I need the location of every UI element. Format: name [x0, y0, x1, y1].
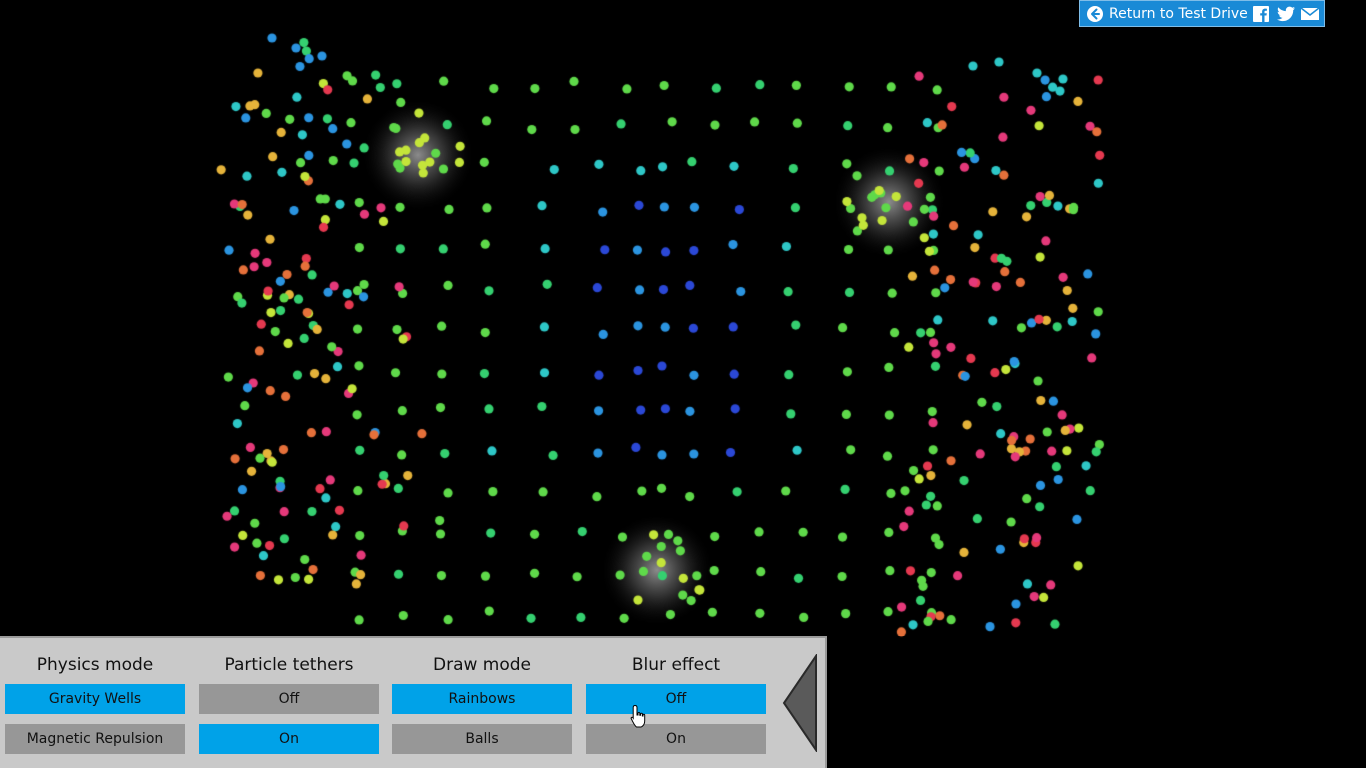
- collapse-panel-button[interactable]: [782, 652, 818, 754]
- physics-mode-group: Physics mode Gravity Wells Magnetic Repu…: [5, 638, 185, 754]
- top-bar: Return to Test Drive: [1079, 0, 1325, 27]
- tethers-on-button[interactable]: On: [199, 724, 379, 754]
- blur-on-button[interactable]: On: [586, 724, 766, 754]
- tethers-off-button[interactable]: Off: [199, 684, 379, 714]
- blur-effect-title: Blur effect: [631, 655, 721, 675]
- magnetic-repulsion-button[interactable]: Magnetic Repulsion: [5, 724, 185, 754]
- particle-tethers-group: Particle tethers Off On: [199, 638, 379, 754]
- email-icon[interactable]: [1300, 5, 1320, 23]
- facebook-icon[interactable]: [1252, 5, 1270, 23]
- twitter-icon[interactable]: [1276, 5, 1295, 23]
- return-to-test-drive-button[interactable]: Return to Test Drive: [1080, 1, 1248, 26]
- draw-mode-group: Draw mode Rainbows Balls: [392, 638, 572, 754]
- physics-mode-title: Physics mode: [36, 655, 154, 675]
- draw-mode-title: Draw mode: [432, 655, 531, 675]
- left-triangle-icon: [782, 652, 817, 754]
- balls-button[interactable]: Balls: [392, 724, 572, 754]
- return-to-test-drive-label: Return to Test Drive: [1109, 5, 1248, 22]
- blur-off-button[interactable]: Off: [586, 684, 766, 714]
- particle-tethers-title: Particle tethers: [224, 655, 354, 675]
- back-arrow-icon: [1086, 5, 1104, 23]
- gravity-wells-button[interactable]: Gravity Wells: [5, 684, 185, 714]
- rainbows-button[interactable]: Rainbows: [392, 684, 572, 714]
- share-links: [1252, 5, 1320, 23]
- settings-panel: Physics mode Gravity Wells Magnetic Repu…: [0, 636, 827, 768]
- blur-effect-group: Blur effect Off On: [586, 638, 766, 754]
